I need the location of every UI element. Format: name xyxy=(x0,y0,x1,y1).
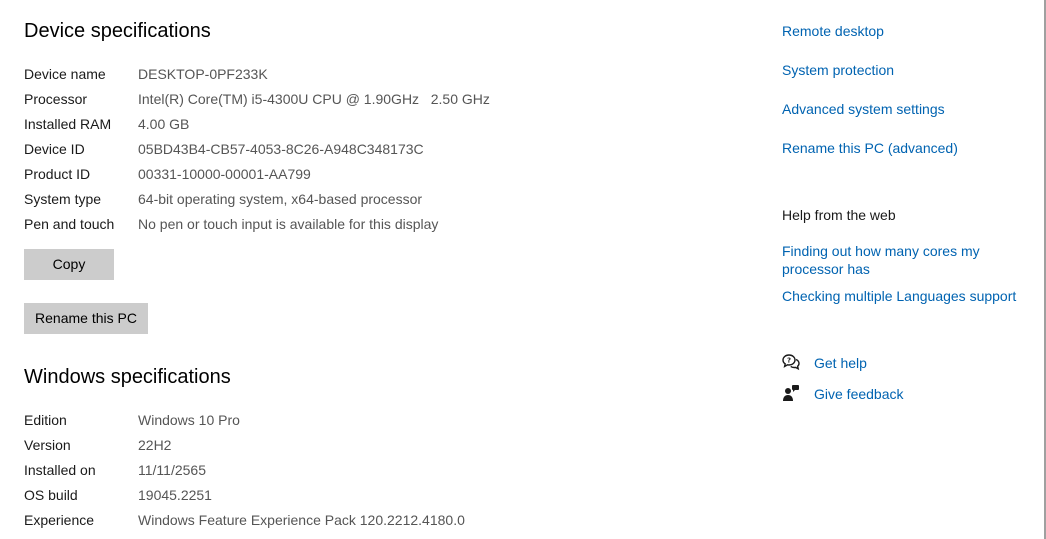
chat-help-icon: ? xyxy=(782,353,800,371)
spec-row-experience: Experience Windows Feature Experience Pa… xyxy=(24,509,724,531)
rename-pc-advanced-link[interactable]: Rename this PC (advanced) xyxy=(782,139,958,157)
spec-row-device-id: Device ID 05BD43B4-CB57-4053-8C26-A948C3… xyxy=(24,138,724,160)
spec-label: Experience xyxy=(24,512,95,528)
give-feedback-label: Give feedback xyxy=(814,386,904,402)
copy-button[interactable]: Copy xyxy=(24,249,114,280)
help-from-web-heading: Help from the web xyxy=(782,207,896,223)
feedback-person-icon xyxy=(782,384,800,402)
spec-value: 22H2 xyxy=(138,437,172,453)
get-help-label: Get help xyxy=(814,355,867,371)
spec-label: OS build xyxy=(24,487,78,503)
remote-desktop-link[interactable]: Remote desktop xyxy=(782,22,884,40)
spec-label: Edition xyxy=(24,412,67,428)
spec-value: DESKTOP-0PF233K xyxy=(138,66,268,82)
spec-value: Intel(R) Core(TM) i5-4300U CPU @ 1.90GHz… xyxy=(138,91,490,107)
spec-row-version: Version 22H2 xyxy=(24,434,724,456)
windows-specifications-title: Windows specifications xyxy=(24,366,231,388)
spec-row-os-build: OS build 19045.2251 xyxy=(24,484,724,506)
spec-row-processor: Processor Intel(R) Core(TM) i5-4300U CPU… xyxy=(24,88,724,110)
spec-label: System type xyxy=(24,191,102,207)
get-help-item[interactable]: ? Get help xyxy=(782,353,1022,373)
device-specifications-title: Device specifications xyxy=(24,20,211,42)
spec-row-device-name: Device name DESKTOP-0PF233K xyxy=(24,63,724,85)
spec-value: 00331-10000-00001-AA799 xyxy=(138,166,311,182)
spec-value: Windows Feature Experience Pack 120.2212… xyxy=(138,512,465,528)
spec-row-installed-ram: Installed RAM 4.00 GB xyxy=(24,113,724,135)
spec-label: Installed on xyxy=(24,462,96,478)
rename-pc-button[interactable]: Rename this PC xyxy=(24,303,148,334)
spec-label: Version xyxy=(24,437,71,453)
spec-row-pen-and-touch: Pen and touch No pen or touch input is a… xyxy=(24,213,724,235)
spec-label: Processor xyxy=(24,91,88,107)
spec-label: Product ID xyxy=(24,166,91,182)
spec-value: 64-bit operating system, x64-based proce… xyxy=(138,191,423,207)
spec-row-installed-on: Installed on 11/11/2565 xyxy=(24,459,724,481)
related-settings-panel: Remote desktop System protection Advance… xyxy=(782,0,1032,539)
spec-value: Windows 10 Pro xyxy=(138,412,240,428)
main-content: Device specifications Device name DESKTO… xyxy=(0,0,760,539)
spec-label: Pen and touch xyxy=(24,216,115,232)
spec-label: Device ID xyxy=(24,141,85,157)
spec-value: 4.00 GB xyxy=(138,116,190,132)
svg-text:?: ? xyxy=(787,357,791,365)
advanced-system-settings-link[interactable]: Advanced system settings xyxy=(782,100,945,118)
spec-label: Device name xyxy=(24,66,106,82)
spec-value: 05BD43B4-CB57-4053-8C26-A948C348173C xyxy=(138,141,424,157)
system-protection-link[interactable]: System protection xyxy=(782,61,894,79)
spec-row-system-type: System type 64-bit operating system, x64… xyxy=(24,188,724,210)
spec-label: Installed RAM xyxy=(24,116,112,132)
spec-value: 19045.2251 xyxy=(138,487,212,503)
cores-help-link[interactable]: Finding out how many cores my processor … xyxy=(782,242,1002,278)
spec-row-product-id: Product ID 00331-10000-00001-AA799 xyxy=(24,163,724,185)
spec-row-edition: Edition Windows 10 Pro xyxy=(24,409,724,431)
spec-value: No pen or touch input is available for t… xyxy=(138,216,439,232)
give-feedback-item[interactable]: Give feedback xyxy=(782,384,1022,404)
languages-support-link[interactable]: Checking multiple Languages support xyxy=(782,287,1016,305)
spec-value: 11/11/2565 xyxy=(138,462,206,478)
